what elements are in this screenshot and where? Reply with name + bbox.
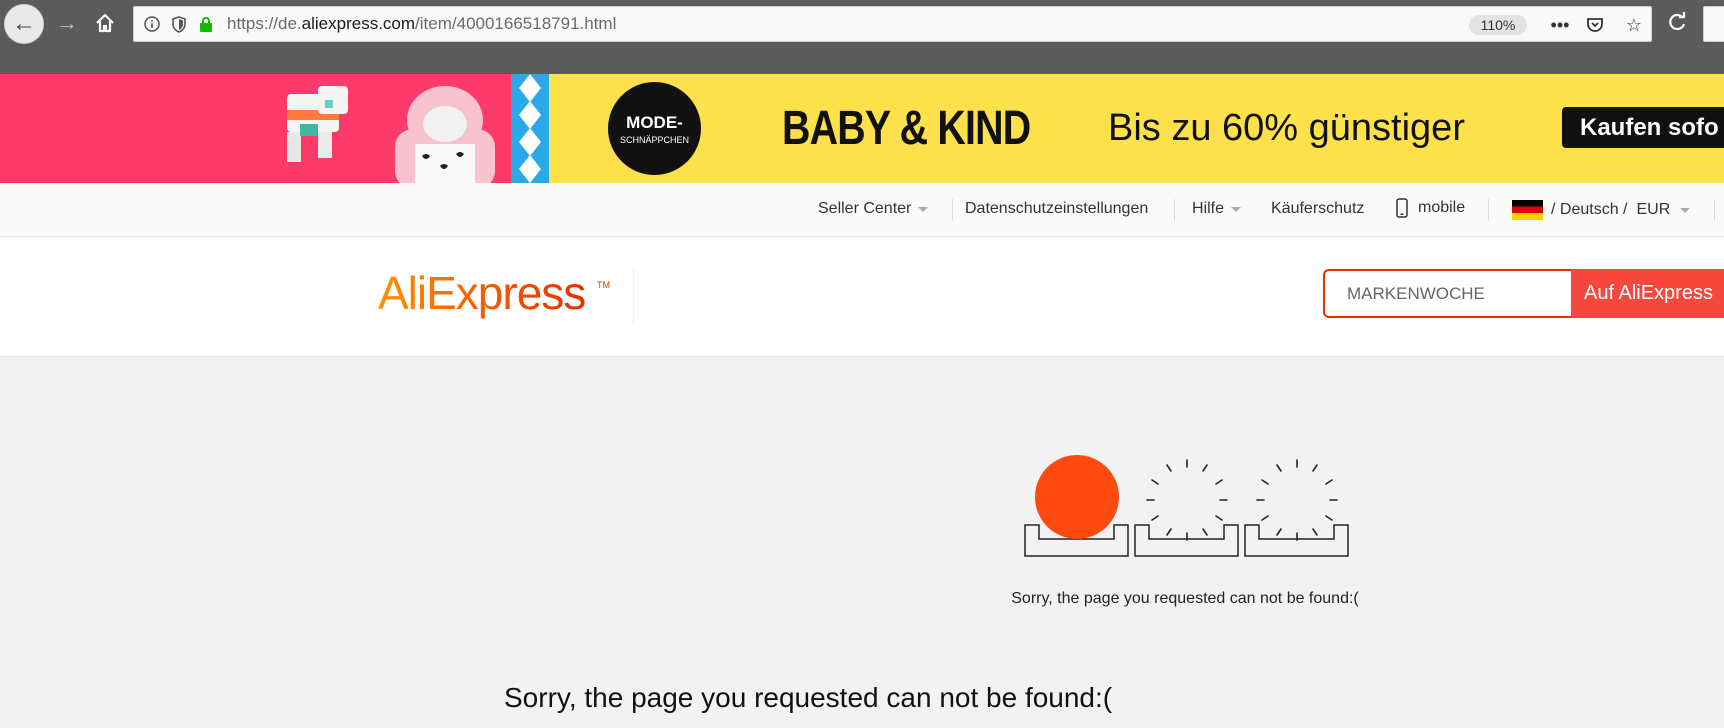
seller-center-link[interactable]: Seller Center [818, 200, 929, 218]
info-icon[interactable] [143, 15, 161, 33]
url-prefix: https://de. [227, 14, 302, 33]
buyer-protection-label: Käuferschutz [1271, 200, 1365, 217]
banner-product-image [0, 74, 511, 183]
chevron-down-icon [1231, 206, 1242, 212]
lock-icon[interactable] [197, 15, 215, 33]
zoom-indicator[interactable]: 110% [1469, 15, 1527, 35]
browser-search-box[interactable] [1703, 6, 1724, 42]
not-found-illustration [1023, 453, 1353, 578]
currency-label: EUR [1636, 201, 1671, 218]
banner-decor-strip [511, 74, 549, 183]
more-icon[interactable]: ••• [1549, 14, 1571, 36]
nav-divider [1714, 199, 1715, 221]
help-label: Hilfe [1192, 200, 1225, 217]
url-bar[interactable]: https://de.aliexpress.com/item/400016651… [133, 6, 1652, 42]
nav-divider [952, 199, 953, 221]
germany-flag-icon [1512, 200, 1543, 220]
nav-divider [1488, 199, 1489, 221]
mobile-label: mobile [1418, 199, 1466, 216]
pocket-icon[interactable] [1584, 14, 1606, 36]
error-caption: Sorry, the page you requested can not be… [1011, 590, 1359, 607]
banner-subtitle: Bis zu 60% günstiger [1108, 107, 1465, 149]
chevron-down-icon [1680, 207, 1691, 213]
header-divider [633, 269, 634, 325]
promo-banner[interactable]: MODE- SCHNÄPPCHEN BABY & KIND Bis zu 60%… [0, 74, 1724, 183]
home-icon[interactable] [90, 8, 120, 38]
url-text[interactable]: https://de.aliexpress.com/item/400016651… [227, 14, 616, 34]
badge-line1: MODE- [626, 112, 683, 132]
phone-icon [1396, 198, 1408, 218]
browser-toolbar: ← → https://de.aliexpress.com/item/40001… [0, 0, 1724, 74]
language-label: / Deutsch / [1551, 201, 1628, 218]
help-link[interactable]: Hilfe [1192, 200, 1242, 218]
error-content: Sorry, the page you requested can not be… [0, 357, 1724, 728]
logo-trademark: TM [597, 280, 610, 290]
privacy-settings-link[interactable]: Datenschutzeinstellungen [965, 200, 1148, 218]
shield-icon[interactable] [170, 15, 188, 33]
banner-title: BABY & KIND [782, 102, 1031, 155]
chevron-down-icon [918, 206, 929, 212]
language-currency-selector[interactable]: / Deutsch / EUR [1512, 200, 1691, 220]
star-icon[interactable]: ☆ [1623, 14, 1645, 36]
site-header: AliExpress TM Auf AliExpress [0, 237, 1724, 357]
back-icon[interactable]: ← [4, 4, 44, 44]
url-path: /item/4000166518791.html [415, 14, 617, 33]
error-heading: Sorry, the page you requested can not be… [504, 682, 1113, 713]
banner-badge: MODE- SCHNÄPPCHEN [608, 82, 701, 175]
mobile-link[interactable]: mobile [1396, 198, 1465, 218]
search-input[interactable] [1323, 269, 1571, 318]
banner-cta-button[interactable]: Kaufen sofo [1562, 107, 1724, 148]
privacy-settings-label: Datenschutzeinstellungen [965, 200, 1149, 217]
buyer-protection-link[interactable]: Käuferschutz [1271, 200, 1364, 218]
top-nav: Seller Center Datenschutzeinstellungen H… [0, 183, 1724, 237]
forward-icon[interactable]: → [52, 8, 82, 38]
url-domain: aliexpress.com [301, 14, 416, 33]
search-button[interactable]: Auf AliExpress [1571, 269, 1724, 318]
aliexpress-logo[interactable]: AliExpress [378, 266, 586, 320]
nav-divider [1174, 199, 1175, 221]
reload-icon[interactable] [1662, 8, 1692, 38]
badge-line2: SCHNÄPPCHEN [619, 134, 689, 145]
seller-center-label: Seller Center [818, 200, 912, 217]
